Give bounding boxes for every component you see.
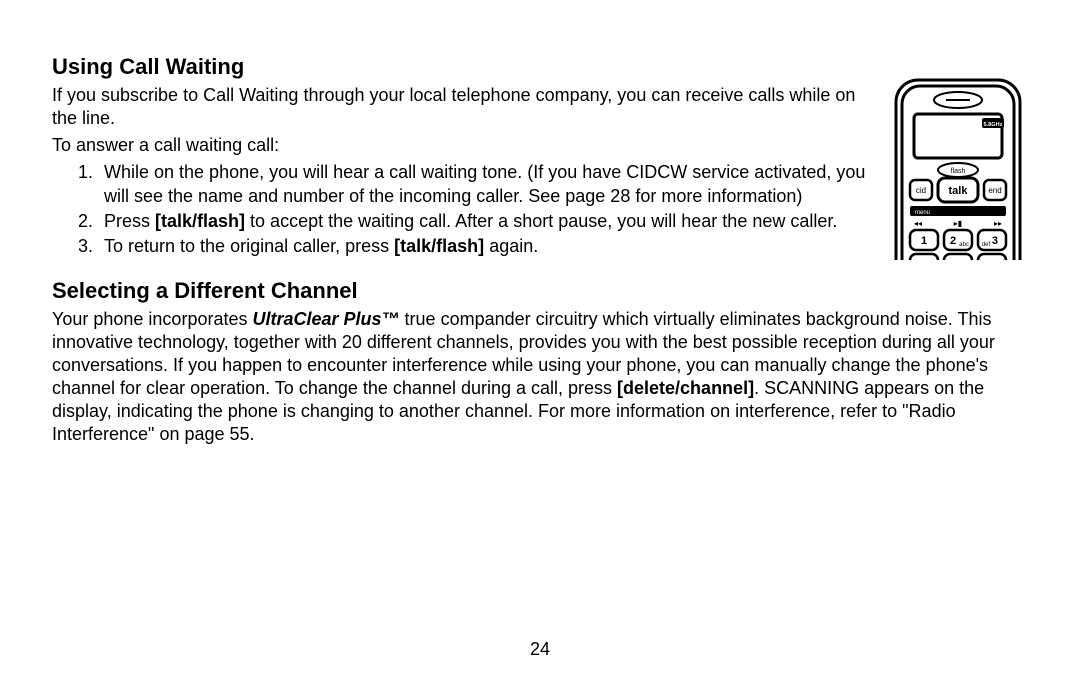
step-3-pre: To return to the original caller, press bbox=[104, 236, 394, 256]
step-3-post: again. bbox=[484, 236, 538, 256]
key-3-label: 3 bbox=[992, 235, 998, 247]
intro-line-1: If you subscribe to Call Waiting through… bbox=[52, 84, 874, 130]
key-5-label: 5 bbox=[950, 259, 956, 260]
key-4-label: 4 bbox=[916, 259, 923, 260]
key-2-label: 2 bbox=[950, 235, 956, 247]
step-2: Press [talk/flash] to accept the waiting… bbox=[98, 210, 874, 233]
end-key-label: end bbox=[988, 186, 1001, 195]
talk-key-label: talk bbox=[949, 185, 969, 197]
top-row: Using Call Waiting If you subscribe to C… bbox=[52, 54, 1028, 278]
step-2-pre: Press bbox=[104, 211, 155, 231]
section-call-waiting: Using Call Waiting If you subscribe to C… bbox=[52, 54, 874, 278]
menu-label: menu bbox=[915, 210, 930, 216]
step-3: To return to the original caller, press … bbox=[98, 235, 874, 258]
handset-icon: 5.8GHz flash cid talk end menu ◂◂ ▸▮ ▸▸ bbox=[888, 74, 1028, 260]
key-1-label: 1 bbox=[921, 235, 927, 247]
step-1-text: While on the phone, you will hear a call… bbox=[104, 162, 865, 205]
svg-text:▸▮: ▸▮ bbox=[954, 219, 962, 228]
channel-pre: Your phone incorporates bbox=[52, 309, 252, 329]
heading-call-waiting: Using Call Waiting bbox=[52, 54, 874, 80]
page-number: 24 bbox=[0, 639, 1080, 660]
section-channel: Selecting a Different Channel Your phone… bbox=[52, 278, 1028, 447]
manual-page: Using Call Waiting If you subscribe to C… bbox=[0, 0, 1080, 688]
phone-illustration: 5.8GHz flash cid talk end menu ◂◂ ▸▮ ▸▸ bbox=[888, 74, 1028, 260]
step-1: While on the phone, you will hear a call… bbox=[98, 161, 874, 207]
heading-channel: Selecting a Different Channel bbox=[52, 278, 1028, 304]
cid-key-label: cid bbox=[916, 186, 926, 195]
channel-bold: [delete/channel] bbox=[617, 378, 754, 398]
channel-paragraph: Your phone incorporates UltraClear Plus™… bbox=[52, 308, 1028, 446]
key-6-label: 6 bbox=[992, 259, 998, 260]
svg-text:▸▸: ▸▸ bbox=[994, 219, 1002, 228]
step-2-bold: [talk/flash] bbox=[155, 211, 245, 231]
channel-em: UltraClear Plus™ bbox=[252, 309, 399, 329]
steps-list: While on the phone, you will hear a call… bbox=[52, 161, 874, 257]
key-3-sub: def bbox=[982, 242, 991, 248]
step-2-post: to accept the waiting call. After a shor… bbox=[245, 211, 837, 231]
brand-label: 5.8GHz bbox=[984, 122, 1003, 128]
flash-key-label: flash bbox=[951, 168, 966, 175]
step-3-bold: [talk/flash] bbox=[394, 236, 484, 256]
intro-line-2: To answer a call waiting call: bbox=[52, 134, 874, 157]
key-2-sub: abc bbox=[959, 242, 969, 248]
svg-text:◂◂: ◂◂ bbox=[914, 219, 922, 228]
